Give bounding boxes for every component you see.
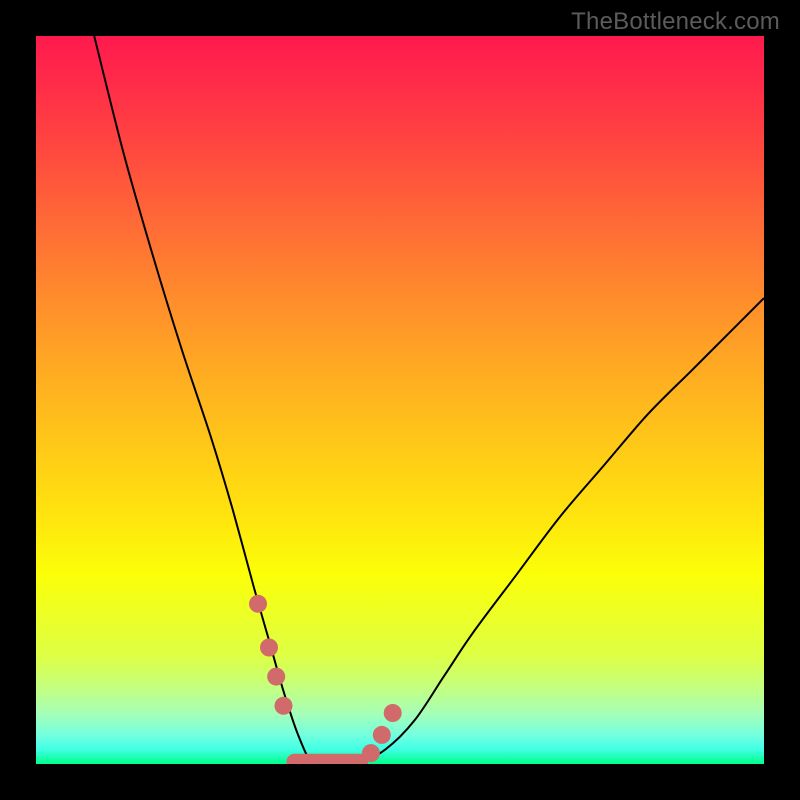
- marker-dot: [267, 668, 285, 686]
- marker-dot: [275, 697, 293, 715]
- marker-dot: [249, 595, 267, 613]
- chart-frame: TheBottleneck.com: [0, 0, 800, 800]
- bottleneck-curve: [94, 36, 764, 764]
- watermark-text: TheBottleneck.com: [571, 8, 780, 36]
- marker-dot: [373, 726, 391, 744]
- chart-svg: [36, 36, 764, 764]
- marker-dot: [260, 639, 278, 657]
- plot-area: [36, 36, 764, 764]
- marker-dot: [384, 704, 402, 722]
- highlight-markers: [249, 595, 402, 762]
